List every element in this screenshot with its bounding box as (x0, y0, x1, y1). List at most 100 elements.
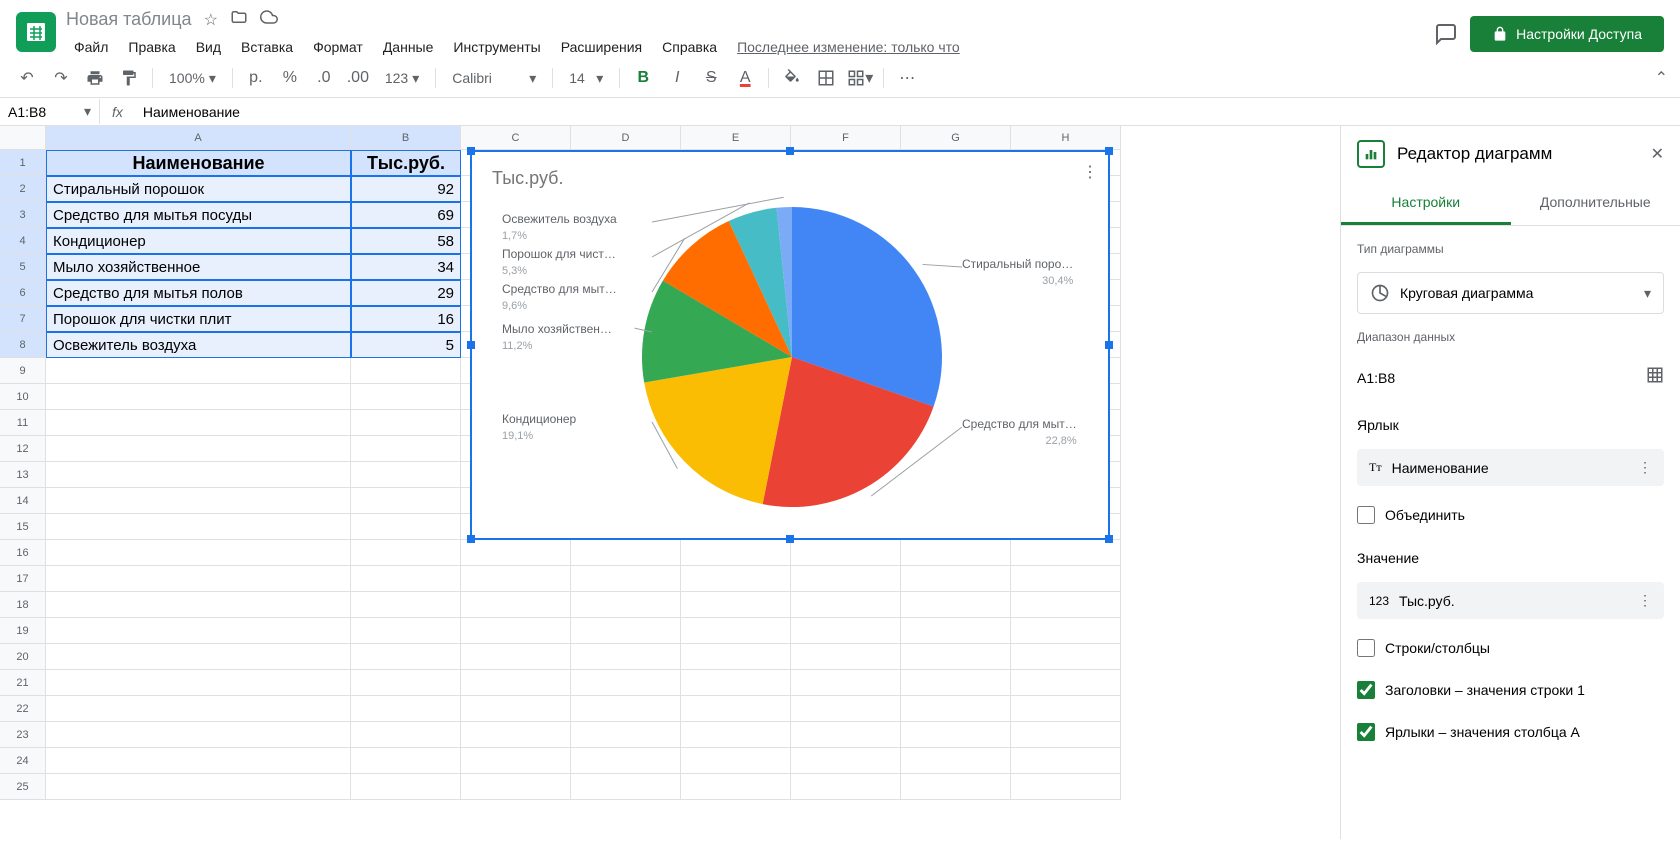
row-header[interactable]: 18 (0, 592, 46, 618)
fill-color-icon[interactable] (777, 63, 807, 93)
row-header[interactable]: 19 (0, 618, 46, 644)
cell[interactable] (351, 566, 461, 592)
cell[interactable] (901, 748, 1011, 774)
row-header[interactable]: 13 (0, 462, 46, 488)
cell[interactable]: Порошок для чистки плит (46, 306, 351, 332)
col-header[interactable]: B (351, 126, 461, 150)
col-header[interactable]: D (571, 126, 681, 150)
borders-icon[interactable] (811, 63, 841, 93)
cell[interactable] (46, 436, 351, 462)
cell[interactable] (571, 670, 681, 696)
col-header[interactable]: G (901, 126, 1011, 150)
row-header[interactable]: 21 (0, 670, 46, 696)
data-range-input[interactable] (1357, 370, 1646, 386)
cell[interactable] (1011, 566, 1121, 592)
cell[interactable] (46, 592, 351, 618)
label-chip[interactable]: Tт Наименование ⋮ (1357, 449, 1664, 486)
value-chip[interactable]: 123 Тыс.руб. ⋮ (1357, 582, 1664, 619)
cell[interactable] (681, 644, 791, 670)
share-button[interactable]: Настройки Доступа (1470, 16, 1664, 52)
cell[interactable] (1011, 670, 1121, 696)
col-header[interactable]: E (681, 126, 791, 150)
cell[interactable] (681, 774, 791, 800)
cell[interactable] (461, 748, 571, 774)
cell[interactable] (351, 410, 461, 436)
cell[interactable]: 69 (351, 202, 461, 228)
row-header[interactable]: 9 (0, 358, 46, 384)
menu-file[interactable]: Файл (66, 35, 116, 59)
cell[interactable] (351, 540, 461, 566)
row-header[interactable]: 12 (0, 436, 46, 462)
cell[interactable] (461, 670, 571, 696)
cell[interactable] (791, 696, 901, 722)
cell[interactable]: 16 (351, 306, 461, 332)
undo-icon[interactable]: ↶ (12, 63, 42, 93)
cell[interactable] (461, 540, 571, 566)
tab-customize[interactable]: Дополнительные (1511, 182, 1680, 225)
paint-format-icon[interactable] (114, 63, 144, 93)
value-menu-icon[interactable]: ⋮ (1638, 592, 1652, 609)
chart-type-select[interactable]: Круговая диаграмма ▾ (1357, 272, 1664, 314)
menu-data[interactable]: Данные (375, 35, 442, 59)
menu-tools[interactable]: Инструменты (445, 35, 548, 59)
cell[interactable] (571, 592, 681, 618)
menu-extensions[interactable]: Расширения (553, 35, 650, 59)
cell[interactable] (46, 488, 351, 514)
cell[interactable] (351, 644, 461, 670)
cell[interactable] (46, 644, 351, 670)
increase-decimal[interactable]: .00 (343, 63, 373, 93)
cell[interactable]: 29 (351, 280, 461, 306)
use-row1-headers-checkbox[interactable]: Заголовки – значения строки 1 (1357, 677, 1664, 703)
cell[interactable]: 5 (351, 332, 461, 358)
merge-icon[interactable]: ▾ (845, 63, 875, 93)
cell[interactable] (901, 566, 1011, 592)
menu-help[interactable]: Справка (654, 35, 725, 59)
percent-format[interactable]: % (275, 63, 305, 93)
cell[interactable] (791, 748, 901, 774)
row-header[interactable]: 1 (0, 150, 46, 176)
cell[interactable]: Средство для мытья посуды (46, 202, 351, 228)
row-header[interactable]: 25 (0, 774, 46, 800)
sheet-area[interactable]: ABCDEFGH1НаименованиеТыс.руб.2Стиральный… (0, 126, 1340, 839)
cell[interactable] (571, 696, 681, 722)
menu-view[interactable]: Вид (188, 35, 229, 59)
select-range-icon[interactable] (1646, 366, 1664, 389)
cell[interactable] (571, 618, 681, 644)
row-header[interactable]: 2 (0, 176, 46, 202)
row-header[interactable]: 16 (0, 540, 46, 566)
row-header[interactable]: 17 (0, 566, 46, 592)
cell[interactable] (46, 774, 351, 800)
zoom-select[interactable]: 100% ▾ (161, 66, 224, 91)
cell[interactable] (1011, 644, 1121, 670)
cell[interactable] (351, 462, 461, 488)
cell[interactable] (46, 748, 351, 774)
formula-input[interactable] (135, 100, 1680, 124)
tab-setup[interactable]: Настройки (1341, 182, 1511, 225)
cell[interactable] (901, 644, 1011, 670)
row-header[interactable]: 22 (0, 696, 46, 722)
cell[interactable] (571, 748, 681, 774)
cell[interactable] (46, 384, 351, 410)
cell[interactable] (681, 696, 791, 722)
row-header[interactable]: 5 (0, 254, 46, 280)
cell[interactable] (1011, 540, 1121, 566)
col-header[interactable]: C (461, 126, 571, 150)
cell[interactable] (901, 722, 1011, 748)
menu-edit[interactable]: Правка (120, 35, 183, 59)
label-menu-icon[interactable]: ⋮ (1638, 459, 1652, 476)
cell[interactable] (351, 436, 461, 462)
cell[interactable]: Освежитель воздуха (46, 332, 351, 358)
font-size[interactable]: 14▾ (561, 66, 611, 91)
cell[interactable] (461, 618, 571, 644)
cell[interactable] (571, 566, 681, 592)
font-select[interactable]: Calibri▾ (444, 66, 544, 91)
cell[interactable] (46, 696, 351, 722)
cell[interactable] (791, 592, 901, 618)
last-edit-link[interactable]: Последнее изменение: только что (729, 35, 968, 59)
cell[interactable] (901, 774, 1011, 800)
currency-format[interactable]: р. (241, 63, 271, 93)
cell[interactable] (461, 774, 571, 800)
cell[interactable] (351, 488, 461, 514)
cell[interactable] (46, 358, 351, 384)
cell[interactable] (1011, 722, 1121, 748)
